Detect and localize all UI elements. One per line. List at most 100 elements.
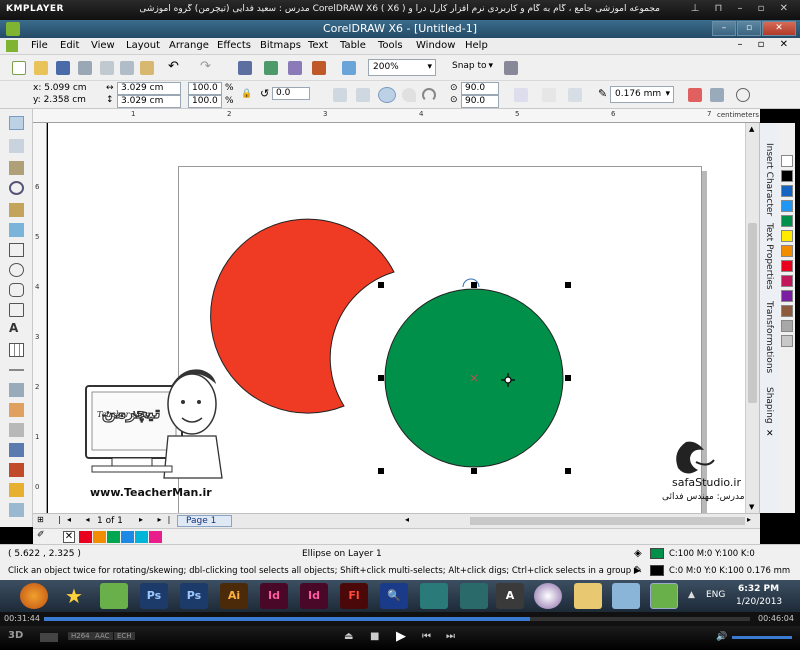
pie-mode-icon[interactable] [402,88,416,102]
eject-icon[interactable]: ⏏ [344,631,353,642]
flash-icon[interactable]: Fl [340,583,368,609]
rotation-field[interactable]: 0.0 [272,87,310,100]
palette-swatch[interactable] [781,245,793,257]
eyedropper-tool-icon[interactable] [9,443,24,457]
paste-icon[interactable] [140,61,154,75]
language-indicator[interactable]: ENG [706,590,725,600]
to-front-icon[interactable] [688,88,702,102]
palette-swatch[interactable] [781,185,793,197]
menu-bitmaps[interactable]: Bitmaps [260,40,301,51]
3dsmax-2-icon[interactable] [460,583,488,609]
page-tab[interactable]: Page 1 [177,515,232,527]
palette-swatch[interactable] [781,200,793,212]
photoshop-icon[interactable]: Ps [140,583,168,609]
ellipse-tool-icon[interactable] [9,263,24,277]
menu-text[interactable]: Text [308,40,328,51]
illustrator-icon[interactable]: Ai [220,583,248,609]
dimension-tool-icon[interactable] [9,369,24,371]
doc-window-controls[interactable]: – ▫ ✕ [737,39,794,50]
palette-swatch[interactable] [781,170,793,182]
rectangle-tool-icon[interactable] [9,243,24,257]
undo-icon[interactable]: ↶ [168,59,179,74]
palette-swatch[interactable] [781,275,793,287]
options-icon[interactable] [504,61,518,75]
table-tool-icon[interactable] [9,343,24,357]
convert-to-curves-icon[interactable] [568,88,582,102]
fill-color-swatch[interactable] [650,548,664,559]
window-app-icon[interactable] [612,583,640,609]
docker-tab-shaping[interactable]: Shaping [764,387,774,424]
save-icon[interactable] [56,61,70,75]
tray-arrow-icon[interactable]: ▲ [688,590,695,600]
firefox-icon[interactable] [20,583,48,609]
horizontal-ruler[interactable]: 1 2 3 4 5 6 7 centimeters [33,109,760,123]
menu-table[interactable]: Table [340,40,366,51]
explorer-icon[interactable] [574,583,602,609]
fill-tool-icon[interactable] [9,483,24,497]
print-icon[interactable] [78,61,92,75]
kmplayer-seek-bar[interactable]: 00:31:44 00:46:04 [0,612,800,626]
media-disc-icon[interactable] [534,583,562,609]
freehand-tool-icon[interactable] [9,203,24,217]
polygon-tool-icon[interactable] [9,283,24,297]
outline-width-dropdown[interactable]: 0.176 mm [610,86,674,103]
quick-customize-icon[interactable] [736,88,750,102]
menu-window[interactable]: Window [416,40,455,51]
scale-width-field[interactable]: 100.0 [188,82,222,95]
indesign-2-icon[interactable]: Id [300,583,328,609]
basic-shapes-tool-icon[interactable] [9,303,24,317]
open-icon[interactable] [34,61,48,75]
end-angle-field[interactable]: 90.0 [461,95,499,108]
palette-swatch[interactable] [781,320,793,332]
docker-close-icon[interactable]: ✕ [766,429,774,439]
settings-button[interactable] [40,633,58,642]
import-icon[interactable] [238,61,252,75]
menu-tools[interactable]: Tools [378,40,403,51]
document-palette-swatch[interactable] [79,531,92,543]
palette-swatch[interactable] [781,335,793,347]
indesign-icon[interactable]: Id [260,583,288,609]
crop-tool-icon[interactable] [9,161,24,175]
volume-slider[interactable] [732,636,792,639]
document-icon[interactable] [6,40,18,52]
scroll-right-icon[interactable]: ▸ [747,515,751,524]
palette-swatch[interactable] [781,290,793,302]
minimize-button[interactable]: – [712,21,736,36]
menu-help[interactable]: Help [465,40,488,51]
vertical-ruler[interactable]: 6 5 4 3 2 1 0 [33,123,47,513]
document-palette-swatch[interactable] [93,531,106,543]
start-angle-field[interactable]: 90.0 [461,82,499,95]
outline-pen-tool-icon[interactable] [9,463,24,477]
next-icon[interactable]: ⏭ [446,631,455,642]
coreldraw-active-icon[interactable] [650,583,678,609]
connector-tool-icon[interactable] [9,383,24,397]
y-position-field[interactable]: y: 2.358 cm [30,95,100,108]
coreldraw-taskbar-icon[interactable] [100,583,128,609]
welcome-screen-icon[interactable] [342,61,356,75]
document-palette-swatch[interactable] [149,531,162,543]
vertical-scrollbar[interactable]: ▲ ▼ [745,123,759,513]
red-crescent-shape[interactable] [210,218,395,414]
application-launcher-icon[interactable] [312,61,326,75]
copy-icon[interactable] [120,61,134,75]
play-icon[interactable]: ▶ [396,629,406,644]
horizontal-scroll-thumb[interactable] [470,517,745,525]
photoshop-2-icon[interactable]: Ps [180,583,208,609]
autocad-icon[interactable]: A [496,583,524,609]
palette-swatch[interactable] [781,155,793,167]
docker-tab-insert-character[interactable]: Insert Character [764,143,774,216]
transparency-tool-icon[interactable] [9,423,24,437]
docker-tab-transformations[interactable]: Transformations [764,301,774,373]
palette-swatch[interactable] [781,215,793,227]
new-document-icon[interactable] [12,61,26,75]
maximize-button[interactable]: ▫ [737,21,761,36]
pick-tool-icon[interactable] [9,116,24,130]
kmplayer-window-controls[interactable]: ⊥ ⊓ – ▫ ✕ [691,3,794,14]
height-field[interactable]: 3.029 cm [117,95,181,108]
menu-layout[interactable]: Layout [126,40,160,51]
to-back-icon[interactable] [710,88,724,102]
volume-icon[interactable]: 🔊 [716,632,727,642]
palette-swatch[interactable] [781,305,793,317]
menu-arrange[interactable]: Arrange [169,40,209,51]
mirror-vertical-icon[interactable] [356,88,370,102]
